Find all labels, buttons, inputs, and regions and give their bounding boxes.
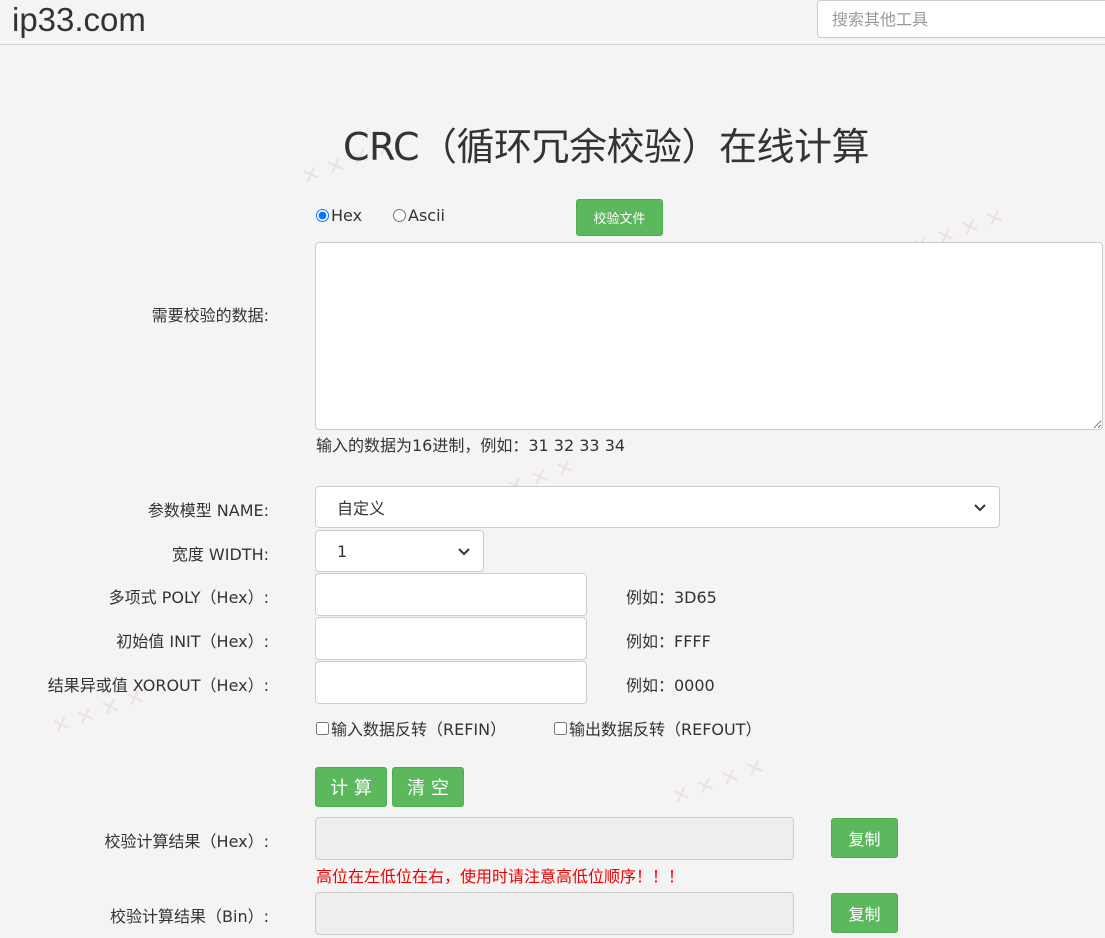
refout-checkbox[interactable] — [554, 721, 567, 735]
width-label: 宽度 WIDTH: — [171, 545, 269, 564]
ascii-radio-label: Ascii — [408, 206, 445, 225]
check-file-button[interactable]: 校验文件 — [576, 199, 663, 236]
name-label: 参数模型 NAME: — [147, 501, 269, 520]
xorout-example: 例如：0000 — [626, 676, 715, 695]
init-input[interactable] — [315, 617, 587, 660]
init-label: 初始值 INIT（Hex）: — [116, 632, 269, 651]
xorout-label: 结果异或值 XOROUT（Hex）: — [47, 676, 269, 695]
refout-label: 输出数据反转（REFOUT） — [569, 720, 762, 739]
watermark: ✕ ✕ ✕ ✕ — [668, 754, 769, 811]
refin-label: 输入数据反转（REFIN） — [331, 720, 507, 739]
search-tools-input[interactable] — [817, 0, 1105, 38]
ascii-radio-option[interactable]: Ascii — [393, 206, 445, 225]
copy-bin-button[interactable]: 复制 — [831, 893, 898, 933]
ascii-radio[interactable] — [393, 209, 406, 222]
hex-radio-option[interactable]: Hex — [316, 206, 362, 225]
refout-option[interactable]: 输出数据反转（REFOUT） — [554, 716, 762, 740]
data-label: 需要校验的数据: — [151, 306, 269, 325]
refin-option[interactable]: 输入数据反转（REFIN） — [316, 716, 506, 740]
init-example: 例如：FFFF — [626, 632, 711, 651]
result-hex-label: 校验计算结果（Hex）: — [104, 832, 269, 851]
model-name-select[interactable]: 自定义 — [315, 486, 1000, 528]
result-bin-output[interactable] — [315, 892, 794, 935]
poly-input[interactable] — [315, 573, 587, 616]
result-bin-label: 校验计算结果（Bin）: — [110, 907, 269, 926]
site-logo[interactable]: ip33.com — [12, 0, 146, 40]
copy-hex-button[interactable]: 复制 — [831, 818, 898, 858]
data-hint: 输入的数据为16进制，例如：31 32 33 34 — [316, 436, 626, 455]
bit-order-warning: 高位在左低位在右，使用时请注意高低位顺序！！！ — [316, 867, 685, 886]
result-hex-output[interactable] — [315, 817, 794, 860]
data-textarea[interactable] — [315, 242, 1103, 430]
hex-radio-label: Hex — [331, 206, 363, 225]
width-select[interactable]: 1 — [315, 530, 484, 572]
top-bar: ip33.com — [0, 0, 1105, 45]
chevron-down-icon — [974, 504, 986, 512]
xorout-input[interactable] — [315, 661, 587, 704]
chevron-down-icon — [458, 548, 470, 556]
model-name-value: 自定义 — [337, 499, 386, 518]
refin-checkbox[interactable] — [316, 721, 329, 735]
width-value: 1 — [337, 541, 348, 561]
calculate-button[interactable]: 计 算 — [315, 767, 387, 807]
hex-radio[interactable] — [316, 209, 329, 222]
page-title: CRC（循环冗余校验）在线计算 — [342, 125, 870, 169]
poly-example: 例如：3D65 — [626, 588, 717, 607]
clear-button[interactable]: 清 空 — [392, 767, 464, 807]
poly-label: 多项式 POLY（Hex）: — [108, 588, 269, 607]
